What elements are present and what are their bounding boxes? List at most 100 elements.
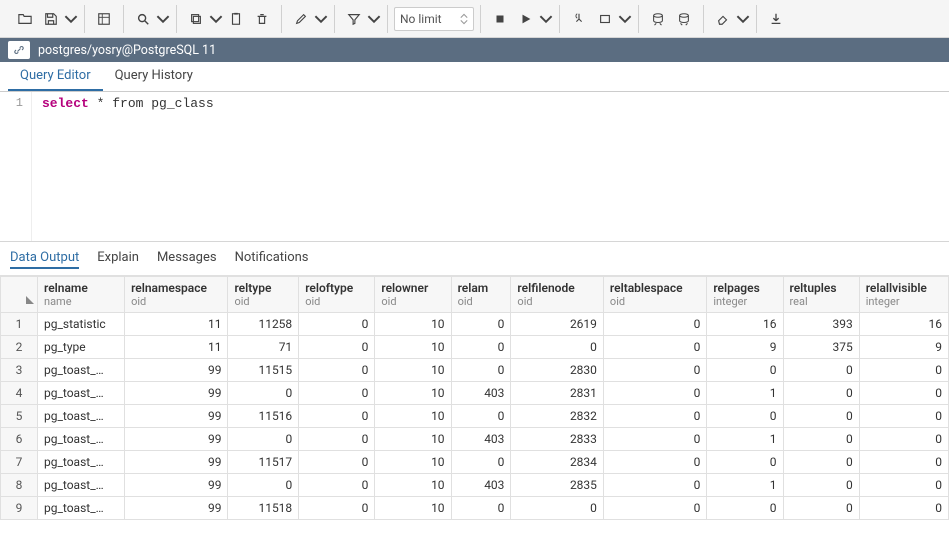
cell[interactable]: 0	[859, 382, 948, 405]
column-header[interactable]: relnamespaceoid	[125, 277, 228, 313]
cell[interactable]: 0	[859, 405, 948, 428]
cell[interactable]: 99	[125, 428, 228, 451]
cell[interactable]: 403	[451, 382, 511, 405]
row-number-header[interactable]	[1, 277, 38, 313]
cell[interactable]: pg_toast_…	[38, 497, 125, 520]
cell[interactable]: 0	[707, 497, 783, 520]
cell[interactable]: 0	[299, 336, 375, 359]
cell[interactable]: 1	[707, 474, 783, 497]
column-header[interactable]: relallvisibleinteger	[859, 277, 948, 313]
cell[interactable]: pg_toast_…	[38, 382, 125, 405]
copy-button[interactable]	[183, 6, 209, 32]
cell[interactable]: 10	[375, 336, 451, 359]
cell[interactable]: 0	[451, 313, 511, 336]
cell[interactable]: 11	[125, 336, 228, 359]
cell[interactable]: 10	[375, 359, 451, 382]
cell[interactable]: 0	[299, 313, 375, 336]
rollback-button[interactable]	[671, 6, 697, 32]
cell[interactable]: 99	[125, 497, 228, 520]
clear-button[interactable]	[710, 6, 736, 32]
cell[interactable]: 2619	[511, 313, 604, 336]
cell[interactable]: 9	[859, 336, 948, 359]
result-tab[interactable]: Explain	[97, 248, 139, 269]
cell[interactable]: 0	[299, 474, 375, 497]
cell[interactable]: 0	[783, 405, 859, 428]
cell[interactable]: 0	[451, 451, 511, 474]
cell[interactable]: 0	[783, 428, 859, 451]
cell[interactable]: 16	[707, 313, 783, 336]
cell[interactable]: 0	[299, 497, 375, 520]
cell[interactable]: 0	[707, 405, 783, 428]
cell[interactable]: 10	[375, 428, 451, 451]
cell[interactable]: 0	[451, 497, 511, 520]
column-header[interactable]: reltuplesreal	[783, 277, 859, 313]
cell[interactable]: 0	[603, 451, 706, 474]
table-row[interactable]: 5pg_toast_…9911516010028320000	[1, 405, 949, 428]
result-tab[interactable]: Data Output	[10, 248, 79, 269]
cell[interactable]: 11517	[228, 451, 299, 474]
cell[interactable]: 99	[125, 359, 228, 382]
cell[interactable]: 10	[375, 474, 451, 497]
cell[interactable]: 10	[375, 451, 451, 474]
cell[interactable]: 0	[783, 382, 859, 405]
cell[interactable]: 0	[228, 382, 299, 405]
column-header[interactable]: relowneroid	[375, 277, 451, 313]
cell[interactable]: 2830	[511, 359, 604, 382]
cell[interactable]: 0	[603, 336, 706, 359]
stop-button[interactable]	[487, 6, 513, 32]
find-dropdown[interactable]	[156, 6, 170, 32]
table-row[interactable]: 7pg_toast_…9911517010028340000	[1, 451, 949, 474]
cell[interactable]: 0	[603, 359, 706, 382]
cell[interactable]: 2833	[511, 428, 604, 451]
column-header[interactable]: relpagesinteger	[707, 277, 783, 313]
cell[interactable]: 0	[228, 428, 299, 451]
commit-button[interactable]	[645, 6, 671, 32]
cell[interactable]: 0	[859, 359, 948, 382]
edit-dropdown[interactable]	[314, 6, 328, 32]
cell[interactable]: 11515	[228, 359, 299, 382]
cell[interactable]: 99	[125, 382, 228, 405]
delete-button[interactable]	[249, 6, 275, 32]
cell[interactable]: 0	[859, 451, 948, 474]
cell[interactable]: 0	[451, 405, 511, 428]
cell[interactable]: 0	[859, 428, 948, 451]
cell[interactable]: 0	[603, 497, 706, 520]
cell[interactable]: 1	[707, 382, 783, 405]
execute-button[interactable]	[513, 6, 539, 32]
paste-button[interactable]	[223, 6, 249, 32]
cell[interactable]: 0	[299, 382, 375, 405]
cell[interactable]: 403	[451, 474, 511, 497]
explain-button[interactable]	[566, 6, 592, 32]
cell[interactable]: 0	[783, 359, 859, 382]
execute-dropdown[interactable]	[539, 6, 553, 32]
table-row[interactable]: 3pg_toast_…9911515010028300000	[1, 359, 949, 382]
cell[interactable]: 2835	[511, 474, 604, 497]
clear-dropdown[interactable]	[736, 6, 750, 32]
limit-select[interactable]: No limit	[394, 7, 474, 31]
result-tab[interactable]: Messages	[157, 248, 217, 269]
cell[interactable]: 10	[375, 497, 451, 520]
result-tab[interactable]: Notifications	[235, 248, 309, 269]
cell[interactable]: 0	[299, 405, 375, 428]
cell[interactable]: 99	[125, 474, 228, 497]
cell[interactable]: 1	[707, 428, 783, 451]
query-editor[interactable]: 1 select * from pg_class	[0, 92, 949, 242]
table-row[interactable]: 8pg_toast_…99001040328350100	[1, 474, 949, 497]
cell[interactable]: 393	[783, 313, 859, 336]
column-header[interactable]: relnamename	[38, 277, 125, 313]
cell[interactable]: 0	[783, 497, 859, 520]
cell[interactable]: 0	[603, 382, 706, 405]
cell[interactable]: 0	[603, 405, 706, 428]
editor-tab[interactable]: Query History	[103, 62, 205, 91]
editor-tab[interactable]: Query Editor	[8, 62, 103, 91]
column-header[interactable]: reltypeoid	[228, 277, 299, 313]
filter-button[interactable]	[341, 6, 367, 32]
explain-dropdown[interactable]	[618, 6, 632, 32]
cell[interactable]: 99	[125, 451, 228, 474]
cell[interactable]: 0	[228, 474, 299, 497]
sql-code[interactable]: select * from pg_class	[32, 92, 224, 241]
cell[interactable]: pg_toast_…	[38, 405, 125, 428]
cell[interactable]: 2831	[511, 382, 604, 405]
copy-dropdown[interactable]	[209, 6, 223, 32]
new-query-button[interactable]	[91, 6, 117, 32]
